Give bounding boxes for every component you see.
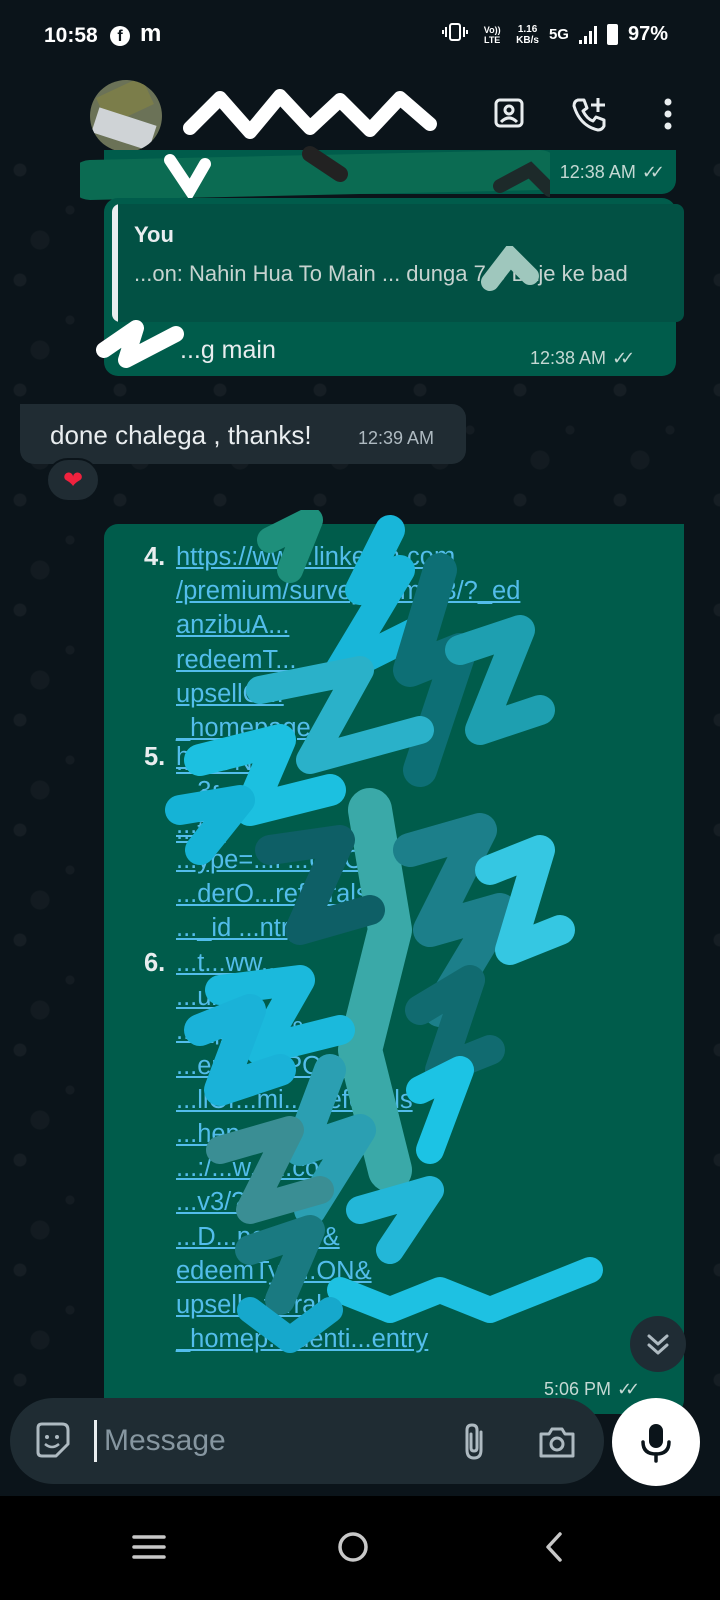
add-call-icon[interactable]	[568, 92, 612, 136]
attach-icon[interactable]	[455, 1420, 495, 1464]
camera-icon[interactable]	[535, 1420, 579, 1464]
vibrate-icon	[442, 22, 469, 47]
facebook-icon: f	[110, 26, 130, 46]
quote-author: You	[134, 222, 174, 247]
text-caret	[94, 1420, 97, 1462]
network-speed-unit: KB/s	[516, 34, 539, 46]
back-arrow-icon[interactable]	[18, 96, 58, 136]
sticker-emoji-icon[interactable]	[32, 1420, 72, 1460]
network-speed: 1.16 KB/s	[516, 24, 539, 46]
heart-reaction-icon[interactable]: ❤	[46, 458, 100, 502]
message-time-text: 5:06 PM	[544, 1379, 612, 1399]
more-vert-icon[interactable]	[646, 92, 690, 136]
quoted-message[interactable]: You ...on: Nahin Hua To Main ... dunga 7…	[112, 204, 684, 322]
quote-accent-bar	[112, 204, 118, 322]
read-ticks-icon: ✓✓	[641, 162, 665, 182]
battery-icon	[606, 24, 618, 45]
volte-label: Vo)) LTE	[483, 24, 501, 45]
message-composer	[10, 1398, 604, 1484]
contact-name-redacted[interactable]	[180, 88, 450, 142]
double-chevron-down-icon	[647, 1334, 669, 1355]
home-icon[interactable]	[328, 1522, 378, 1572]
message-link[interactable]: ...t...ww... ...um... ...XpK...er& ...em…	[176, 946, 684, 1356]
message-time: 12:39 AM	[358, 428, 435, 448]
video-call-icon[interactable]	[488, 92, 532, 136]
message-text: done chalega , thanks!	[50, 420, 312, 450]
message-link[interactable]: h... ...3 ... ...= ...ype=...F...UPON& .…	[176, 740, 684, 945]
list-item: 4. https://www.linkedin.com /premium/sur…	[144, 540, 684, 845]
list-number: 5.	[144, 743, 166, 771]
avatar[interactable]	[90, 80, 162, 152]
read-ticks-icon: ✓✓	[612, 348, 635, 368]
microphone-icon	[641, 1424, 671, 1463]
message-time: 5:06 PM ✓✓	[544, 1379, 640, 1400]
voice-record-button[interactable]	[612, 1398, 700, 1486]
link-list: 4. https://www.linkedin.com /premium/sur…	[144, 540, 684, 1356]
recents-icon[interactable]	[124, 1522, 174, 1572]
m-icon: m	[140, 20, 162, 47]
message-bubble-incoming[interactable]: done chalega , thanks! 12:39 AM	[20, 404, 466, 464]
chat-header	[0, 74, 720, 160]
message-bubble-outgoing[interactable]: 4. https://www.linkedin.com /premium/sur…	[104, 524, 684, 1414]
status-bar: 10:58 f m Vo)) LTE 1.16 KB/s 5G 97%	[0, 0, 720, 74]
read-ticks-icon: ✓✓	[617, 1379, 640, 1399]
message-time: 12:38 AM ✓✓	[530, 348, 635, 369]
status-time: 10:58	[44, 24, 98, 47]
list-number: 4.	[144, 543, 166, 571]
system-navigation-bar	[0, 1496, 720, 1600]
list-number: 6.	[144, 949, 166, 977]
battery-percent: 97%	[627, 23, 668, 45]
message-text: ...g main	[180, 336, 276, 364]
list-item: 5. h... ...3 ... ...= ...ype=...F...UPON…	[144, 740, 684, 946]
quote-text: ...on: Nahin Hua To Main ... dunga 7-8 B…	[134, 261, 628, 286]
message-time: 12:38 AM ✓✓	[559, 162, 665, 183]
signal-icon	[578, 25, 597, 44]
message-bubble-outgoing[interactable]: 12:38 AM ✓✓	[104, 150, 676, 194]
message-time-text: 12:38 AM	[530, 348, 607, 368]
list-item: 6. ...t...ww... ...um... ...XpK...er& ..…	[144, 946, 684, 1356]
message-input[interactable]	[104, 1414, 434, 1468]
scroll-to-bottom-button[interactable]	[630, 1316, 686, 1372]
message-time-text: 12:38 AM	[559, 162, 636, 182]
status-indicators: Vo)) LTE 1.16 KB/s 5G 97%	[442, 22, 668, 47]
back-icon[interactable]	[530, 1522, 580, 1572]
network-speed-value: 1.16	[517, 23, 538, 35]
network-type: 5G	[548, 26, 569, 43]
